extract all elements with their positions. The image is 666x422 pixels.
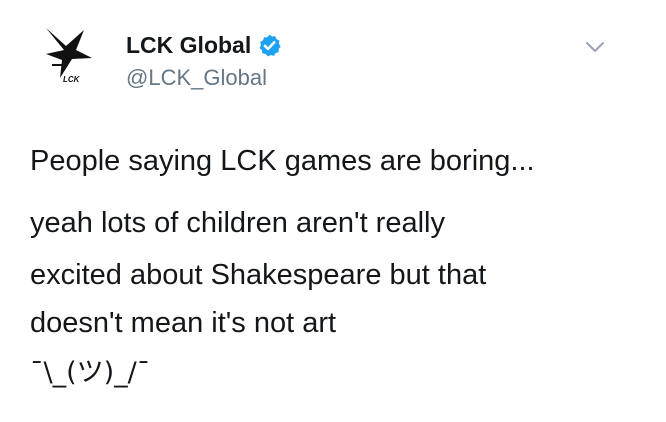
tweet-card: LCK LCK Global @LCK_Global People saying… [0,0,666,422]
verified-badge-icon [257,33,282,58]
tweet-text-line: doesn't mean it's not art [30,307,337,339]
tweet-header: LCK Global @LCK_Global [126,28,282,94]
tweet-text-line: excited about Shakespeare but that [30,259,487,291]
display-name[interactable]: LCK Global [126,28,251,62]
lck-logo-icon[interactable]: LCK [40,26,104,90]
handle[interactable]: @LCK_Global [126,62,282,94]
name-row: LCK Global [126,28,282,62]
chevron-down-icon[interactable] [584,36,606,58]
tweet-text-line: ¯\_(ツ)_/¯ [30,357,151,388]
tweet-text-line: yeah lots of children aren't really [30,207,445,239]
logo-text: LCK [63,75,81,84]
tweet-text-line: People saying LCK games are boring... [30,145,535,177]
